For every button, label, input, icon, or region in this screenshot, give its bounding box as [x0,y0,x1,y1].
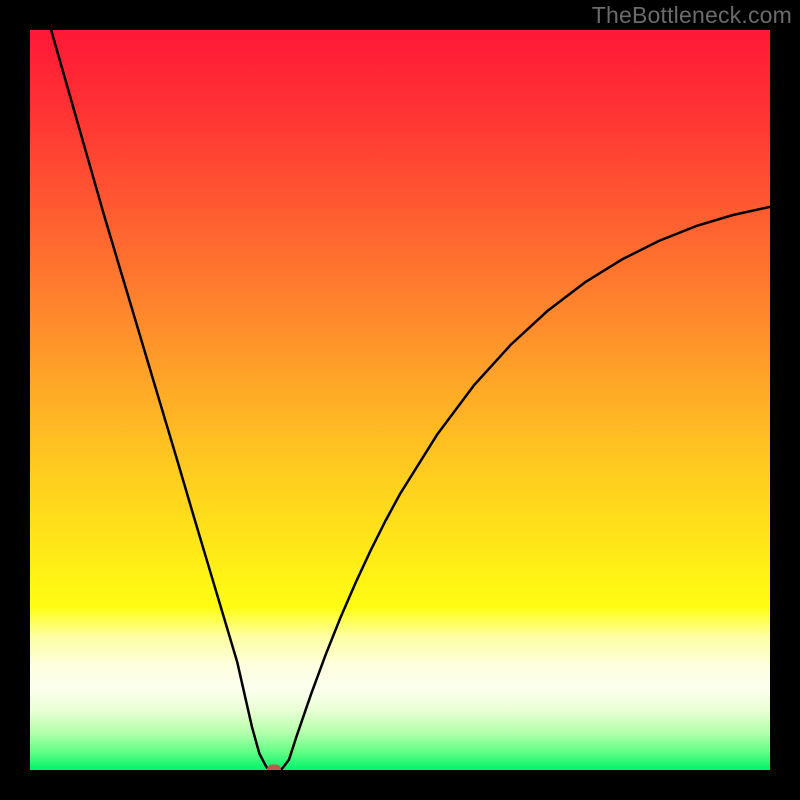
watermark-text: TheBottleneck.com [592,2,792,29]
chart-frame: TheBottleneck.com [0,0,800,800]
bottleneck-curve [30,30,770,769]
plot-area [30,30,770,770]
optimal-marker [267,765,281,771]
curve-svg [30,30,770,770]
